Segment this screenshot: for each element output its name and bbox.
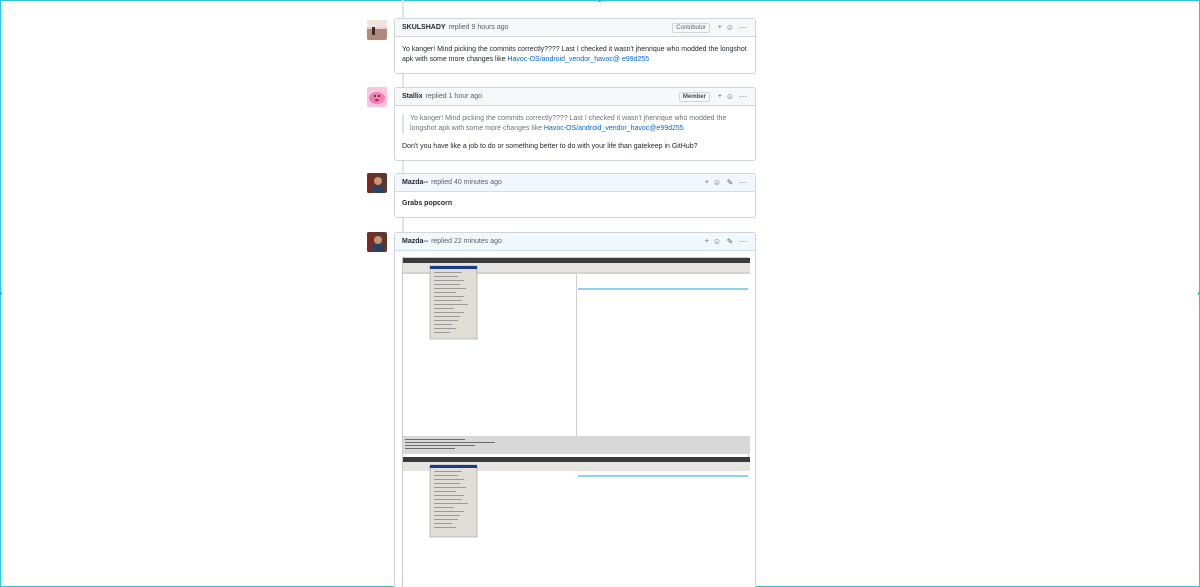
comment-timestamp[interactable]: replied 9 hours ago: [449, 24, 509, 31]
commit-link[interactable]: Havoc-OS/android_vendor_havoc@ e99d255: [507, 56, 649, 63]
comment: Mazda-- replied 40 minutes ago + ☺ ✎ ··· …: [394, 173, 756, 218]
comment: SKULSHADY replied 9 hours ago Contributo…: [394, 18, 756, 74]
add-reaction-button[interactable]: + ☺: [705, 178, 722, 188]
comment-timestamp[interactable]: replied 40 minutes ago: [431, 179, 502, 186]
comment-text: Grabs popcorn: [402, 200, 453, 207]
comment-body: Yo kanger! Mind picking the commits corr…: [395, 106, 755, 160]
comment-timestamp[interactable]: replied 1 hour ago: [426, 93, 482, 100]
comment-author[interactable]: Mazda--: [402, 238, 428, 245]
comment: Stallix replied 1 hour ago Member + ☺ ···…: [394, 87, 756, 161]
smiley-icon: ☺: [712, 237, 722, 246]
more-options-icon[interactable]: ···: [738, 237, 748, 247]
quoted-reply: Yo kanger! Mind picking the commits corr…: [402, 114, 748, 134]
comment-header: Mazda-- replied 40 minutes ago + ☺ ✎ ···: [395, 174, 755, 192]
comment-author[interactable]: Stallix: [402, 93, 423, 100]
add-reaction-button[interactable]: + ☺: [718, 23, 735, 33]
role-badge: Member: [678, 91, 710, 102]
frame-tick: [0, 292, 2, 295]
comment-text: Don't you have like a job to do or somet…: [402, 143, 698, 150]
smiley-icon: ☺: [725, 92, 735, 101]
comment-header: SKULSHADY replied 9 hours ago Contributo…: [395, 19, 755, 37]
smiley-icon: ☺: [712, 178, 722, 187]
more-options-icon[interactable]: ···: [738, 23, 748, 33]
avatar[interactable]: [367, 173, 387, 193]
more-options-icon[interactable]: ···: [738, 92, 748, 102]
frame-tick: [598, 0, 601, 2]
avatar[interactable]: [367, 232, 387, 252]
smiley-icon: ☺: [725, 23, 735, 32]
comment-header: Mazda-- replied 22 minutes ago + ☺ ✎ ···: [395, 233, 755, 251]
comment-body: Grabs popcorn: [395, 192, 755, 217]
avatar[interactable]: [367, 20, 387, 40]
avatar[interactable]: [367, 87, 387, 107]
role-badge: Contributor: [672, 22, 710, 33]
comment-author[interactable]: Mazda--: [402, 179, 428, 186]
comment-timestamp[interactable]: replied 22 minutes ago: [431, 238, 502, 245]
comment: Mazda-- replied 22 minutes ago + ☺ ✎ ···: [394, 232, 756, 587]
add-reaction-button[interactable]: + ☺: [718, 92, 735, 102]
comment-body: Yo kanger! Mind picking the commits corr…: [395, 37, 755, 73]
pencil-icon[interactable]: ✎: [725, 178, 735, 188]
add-reaction-button[interactable]: + ☺: [705, 237, 722, 247]
commit-link[interactable]: Havoc-OS/android_vendor_havoc@e99d255: [544, 125, 684, 132]
comment-body: [395, 251, 755, 587]
comment-header: Stallix replied 1 hour ago Member + ☺ ···: [395, 88, 755, 106]
attached-screenshot[interactable]: [402, 257, 750, 587]
comment-author[interactable]: SKULSHADY: [402, 24, 446, 31]
screenshot-image: [403, 258, 750, 587]
more-options-icon[interactable]: ···: [738, 178, 748, 188]
pencil-icon[interactable]: ✎: [725, 237, 735, 247]
